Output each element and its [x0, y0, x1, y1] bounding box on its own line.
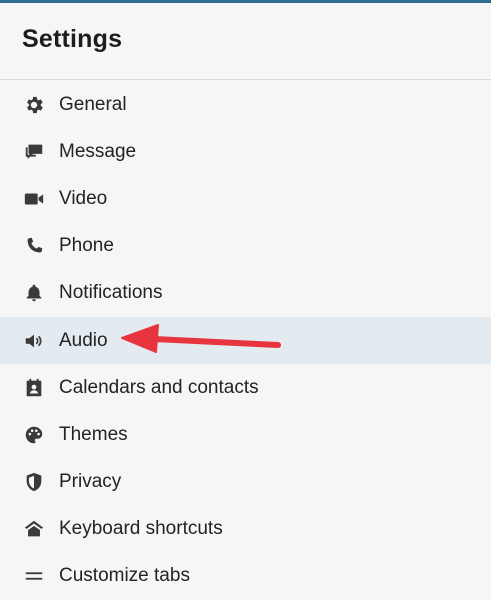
menu-item-notifications[interactable]: Notifications [0, 270, 491, 317]
menu-item-label: Privacy [59, 471, 122, 493]
menu-item-label: Video [59, 187, 108, 209]
shield-icon [22, 470, 46, 494]
chat-icon [22, 140, 46, 164]
menu-item-calendars-and-contacts[interactable]: Calendars and contacts [0, 364, 491, 411]
settings-header: Settings [0, 3, 491, 80]
menu-item-label: General [59, 93, 127, 115]
menu-item-general[interactable]: General [0, 81, 491, 128]
menu-item-video[interactable]: Video [0, 175, 491, 222]
menu-item-label: Themes [59, 423, 128, 445]
page-title: Settings [22, 25, 123, 53]
menu-item-label: Customize tabs [59, 565, 190, 587]
bell-icon [22, 281, 46, 305]
menu-item-label: Notifications [59, 282, 163, 304]
gear-icon [22, 93, 46, 117]
menu-item-keyboard-shortcuts[interactable]: Keyboard shortcuts [0, 506, 491, 553]
menu-item-label: Phone [59, 235, 114, 257]
palette-icon [22, 423, 46, 447]
menu-item-phone[interactable]: Phone [0, 223, 491, 270]
menu-item-label: Calendars and contacts [59, 376, 259, 398]
menu-item-label: Message [59, 140, 137, 162]
menu-item-label: Audio [59, 329, 108, 351]
settings-menu: General Message Video Phone Notification… [0, 81, 491, 600]
menu-item-privacy[interactable]: Privacy [0, 459, 491, 506]
speaker-icon [22, 329, 46, 353]
keyboard-shortcut-icon [22, 517, 46, 541]
calendar-contact-icon [22, 376, 46, 400]
menu-lines-icon [22, 564, 46, 588]
phone-icon [22, 234, 46, 258]
menu-item-label: Keyboard shortcuts [59, 518, 223, 540]
menu-item-audio[interactable]: Audio [0, 316, 491, 365]
video-camera-icon [22, 187, 46, 211]
menu-item-customize-tabs[interactable]: Customize tabs [0, 553, 491, 600]
menu-item-message[interactable]: Message [0, 128, 491, 175]
menu-item-themes[interactable]: Themes [0, 411, 491, 458]
